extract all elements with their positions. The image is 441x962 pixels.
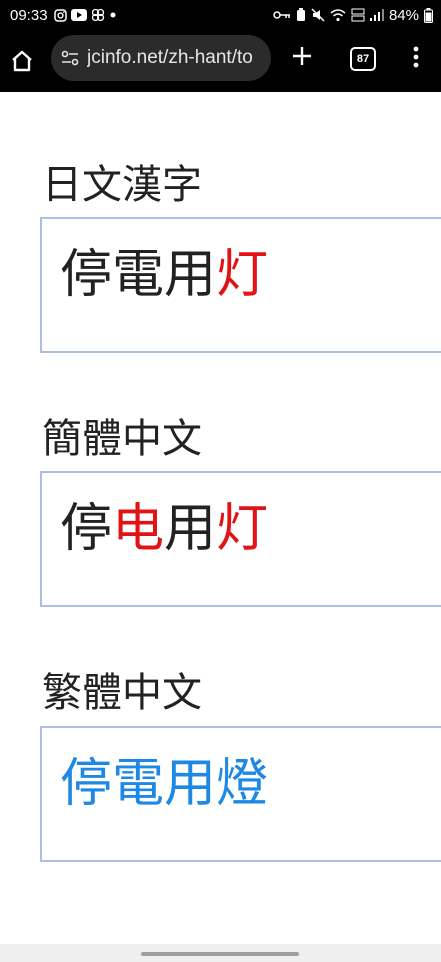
text-box-japanese: 停電用灯 [40,217,441,353]
url-bar[interactable]: jcinfo.net/zh-hant/to [51,35,271,81]
char: 用 [164,499,217,559]
tab-count: 87 [356,53,370,65]
status-time: 09:33 [10,6,48,24]
battery-saver-icon [296,8,306,22]
char: 停 [60,245,113,305]
volte-icon [351,8,365,22]
char: 用 [164,245,217,305]
section-label-japanese: 日文漢字 [42,162,202,208]
notification-dot-icon [109,11,117,19]
converted-text: 停電用燈 [60,754,269,814]
plus-icon [291,45,313,67]
converted-text: 停電用灯 [60,245,269,305]
status-bar: 09:33 84% [0,0,441,30]
key-icon [273,10,291,20]
text-box-traditional: 停電用燈 [40,726,441,862]
battery-icon [424,7,433,23]
section-label-traditional: 繁體中文 [42,670,202,716]
char: 停 [60,499,113,559]
char: 灯 [216,245,269,305]
overflow-menu-button[interactable] [405,42,427,72]
text-box-simplified: 停电用灯 [40,471,441,607]
url-text[interactable]: jcinfo.net/zh-hant/to [87,47,253,69]
char: 電 [112,245,165,305]
tab-switcher-button[interactable]: 87 [350,47,376,71]
char: 停 [60,754,113,814]
youtube-icon [70,9,87,21]
section-label-simplified: 簡體中文 [42,416,202,462]
new-tab-button[interactable] [287,41,317,71]
char: 电 [112,499,165,559]
char: 電 [112,754,165,814]
battery-percent: 84% [388,6,419,24]
gesture-nav-bar [0,944,441,962]
char: 灯 [216,499,269,559]
home-gesture-handle[interactable] [141,952,299,956]
char: 燈 [216,754,269,814]
instagram-icon [53,8,67,22]
more-vert-icon [413,46,419,68]
browser-toolbar: jcinfo.net/zh-hant/to 87 [0,30,441,92]
signal-icon [369,9,384,21]
mute-icon [311,8,325,22]
site-settings-icon[interactable] [61,50,79,66]
wifi-icon [330,8,346,22]
char: 用 [164,754,217,814]
converted-text: 停电用灯 [60,499,269,559]
home-icon [10,50,34,72]
home-button[interactable] [0,30,44,92]
pinwheel-icon [91,8,105,22]
